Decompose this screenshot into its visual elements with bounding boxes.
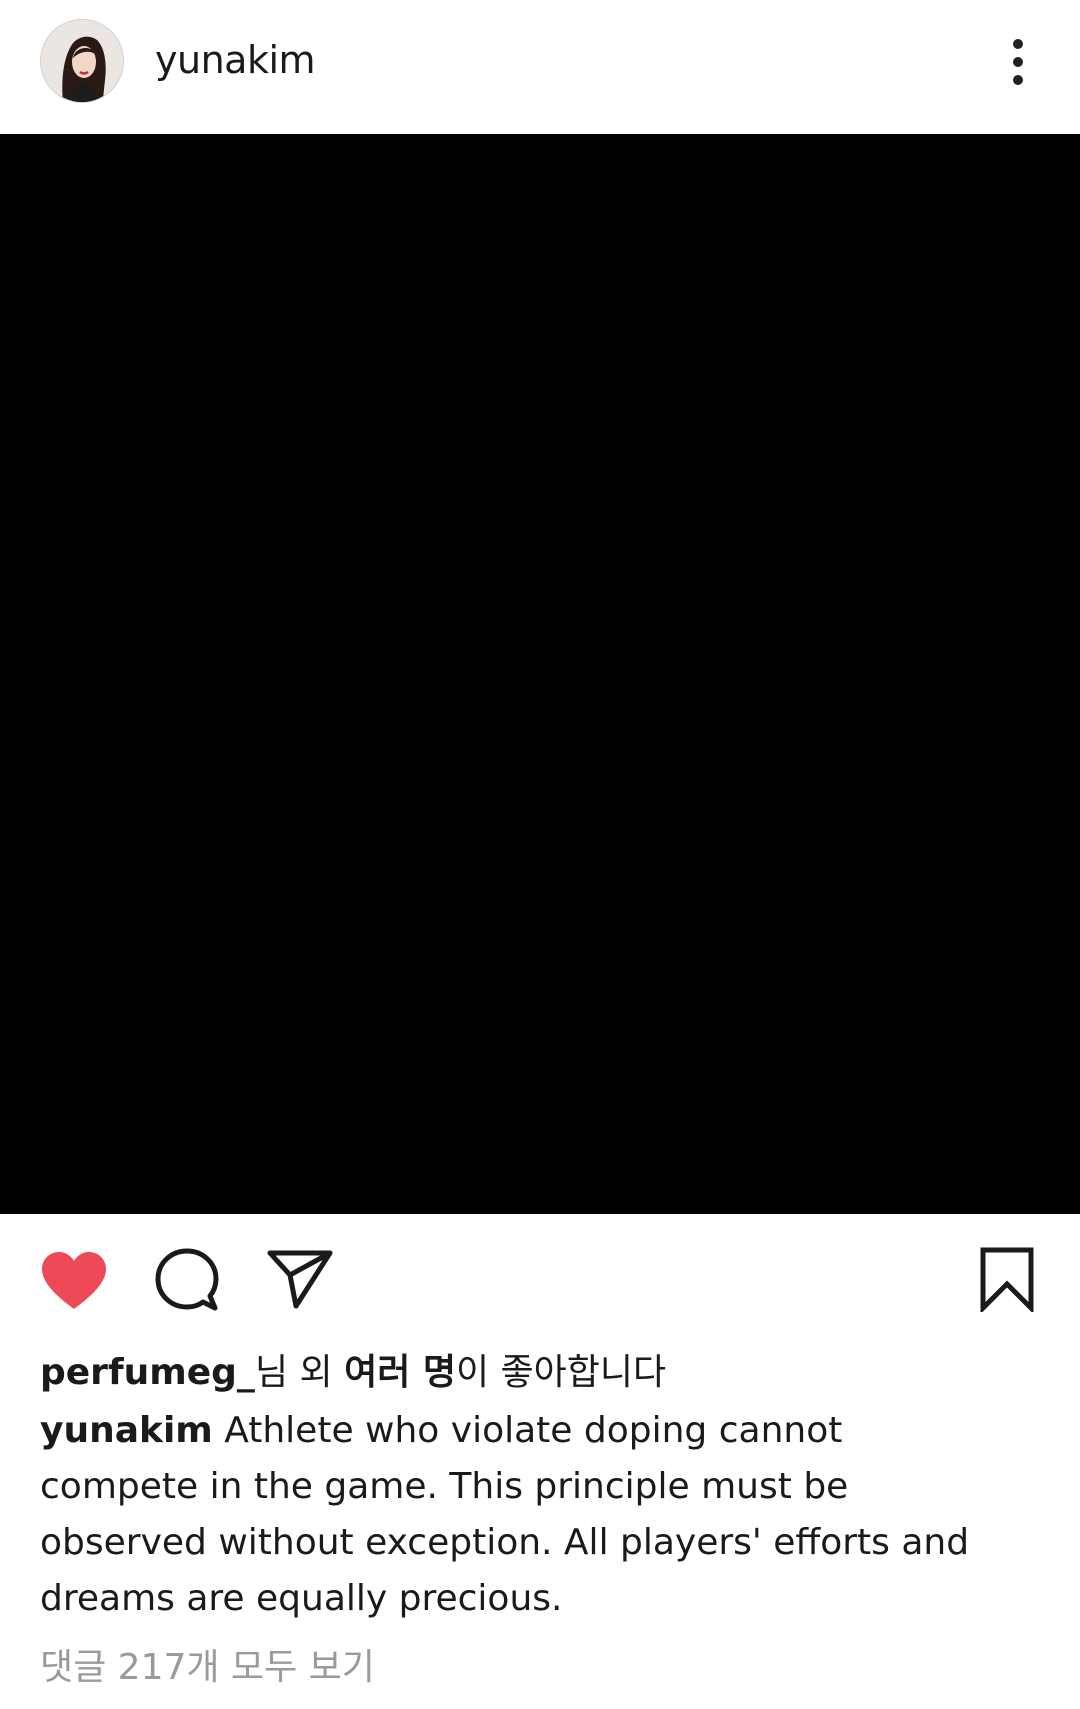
avatar[interactable] (40, 19, 124, 103)
post-author-username[interactable]: yunakim (155, 38, 316, 82)
profile-photo-icon (41, 20, 123, 102)
paper-plane-icon (267, 1250, 333, 1309)
more-vertical-icon (1013, 39, 1023, 85)
speech-bubble-icon (155, 1248, 219, 1311)
comment-button[interactable] (153, 1246, 221, 1314)
heart-filled-icon (42, 1252, 106, 1309)
liker-username[interactable]: perfumeg_ (40, 1352, 255, 1393)
save-button[interactable] (978, 1246, 1036, 1315)
more-options-button[interactable] (1003, 36, 1033, 88)
post-caption: yunakim Athlete who violate doping canno… (40, 1403, 1000, 1627)
likes-connector: 님 외 (254, 1352, 345, 1393)
post-media[interactable] (0, 134, 1080, 1214)
likes-others[interactable]: 여러 명 (344, 1352, 456, 1393)
view-all-comments-link[interactable]: 댓글 217개 모두 보기 (40, 1638, 375, 1690)
like-button[interactable] (38, 1249, 110, 1313)
post-header: yunakim (0, 0, 1080, 134)
share-button[interactable] (266, 1248, 334, 1310)
caption-username[interactable]: yunakim (40, 1410, 213, 1451)
post-action-bar (0, 1214, 1080, 1344)
bookmark-icon (980, 1247, 1034, 1315)
instagram-post: yunakim perfumeg_님 외 여러 명이 좋아합니다 yunakim… (0, 0, 1080, 1709)
likes-summary[interactable]: perfumeg_님 외 여러 명이 좋아합니다 (40, 1343, 1040, 1395)
likes-suffix: 이 좋아합니다 (455, 1352, 667, 1393)
